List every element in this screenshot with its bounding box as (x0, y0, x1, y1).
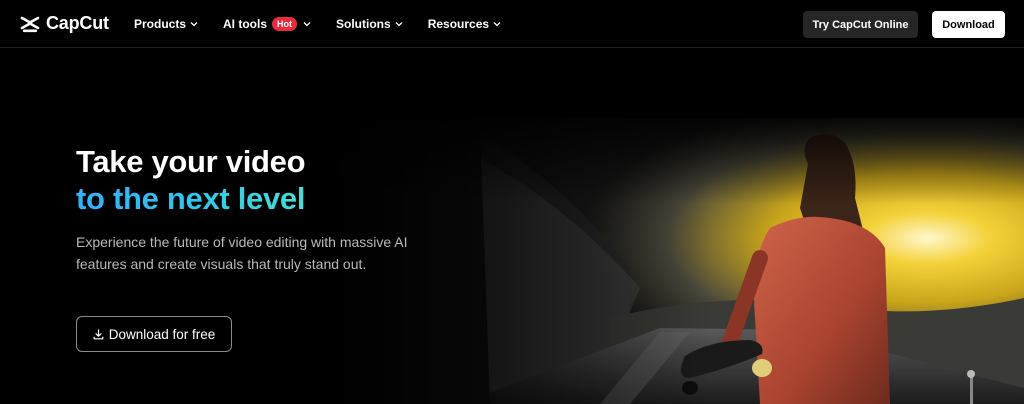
download-for-free-label: Download for free (108, 326, 216, 342)
chevron-down-icon (303, 22, 311, 27)
menu-item-products[interactable]: Products (134, 17, 198, 31)
menu-item-label: Resources (427, 17, 490, 31)
menu-item-resources[interactable]: Resources (428, 17, 501, 31)
chevron-down-icon (395, 22, 403, 27)
hero-title: Take your video to the next level (76, 143, 456, 217)
menu-item-label: Solutions (336, 17, 391, 31)
download-icon (93, 328, 104, 339)
menu-item-label: Products (134, 17, 187, 31)
download-for-free-button[interactable]: Download for free (76, 316, 232, 352)
menu-item-solutions[interactable]: Solutions (336, 17, 403, 31)
chevron-down-icon (190, 22, 198, 27)
capcut-logo-icon (20, 16, 40, 32)
capcut-logo[interactable]: CapCut (20, 13, 109, 34)
try-capcut-online-button[interactable]: Try CapCut Online (803, 11, 918, 38)
menu-item-label: AI tools (223, 17, 268, 31)
brand-name: CapCut (46, 13, 109, 33)
top-navigation: CapCut Products AI tools Hot Solutions R… (0, 0, 1024, 48)
hero-description: Experience the future of video editing w… (76, 234, 408, 272)
hero-title-line2: to the next level (76, 181, 306, 216)
menu-item-ai-tools[interactable]: AI tools Hot (223, 17, 311, 31)
hero-section: Take your video to the next level Experi… (76, 143, 456, 275)
download-button[interactable]: Download (932, 11, 1005, 38)
hero-title-line1: Take your video (76, 144, 306, 179)
chevron-down-icon (493, 22, 501, 27)
main-menu: Products AI tools Hot Solutions Resource… (134, 0, 526, 48)
hot-badge: Hot (272, 17, 298, 31)
